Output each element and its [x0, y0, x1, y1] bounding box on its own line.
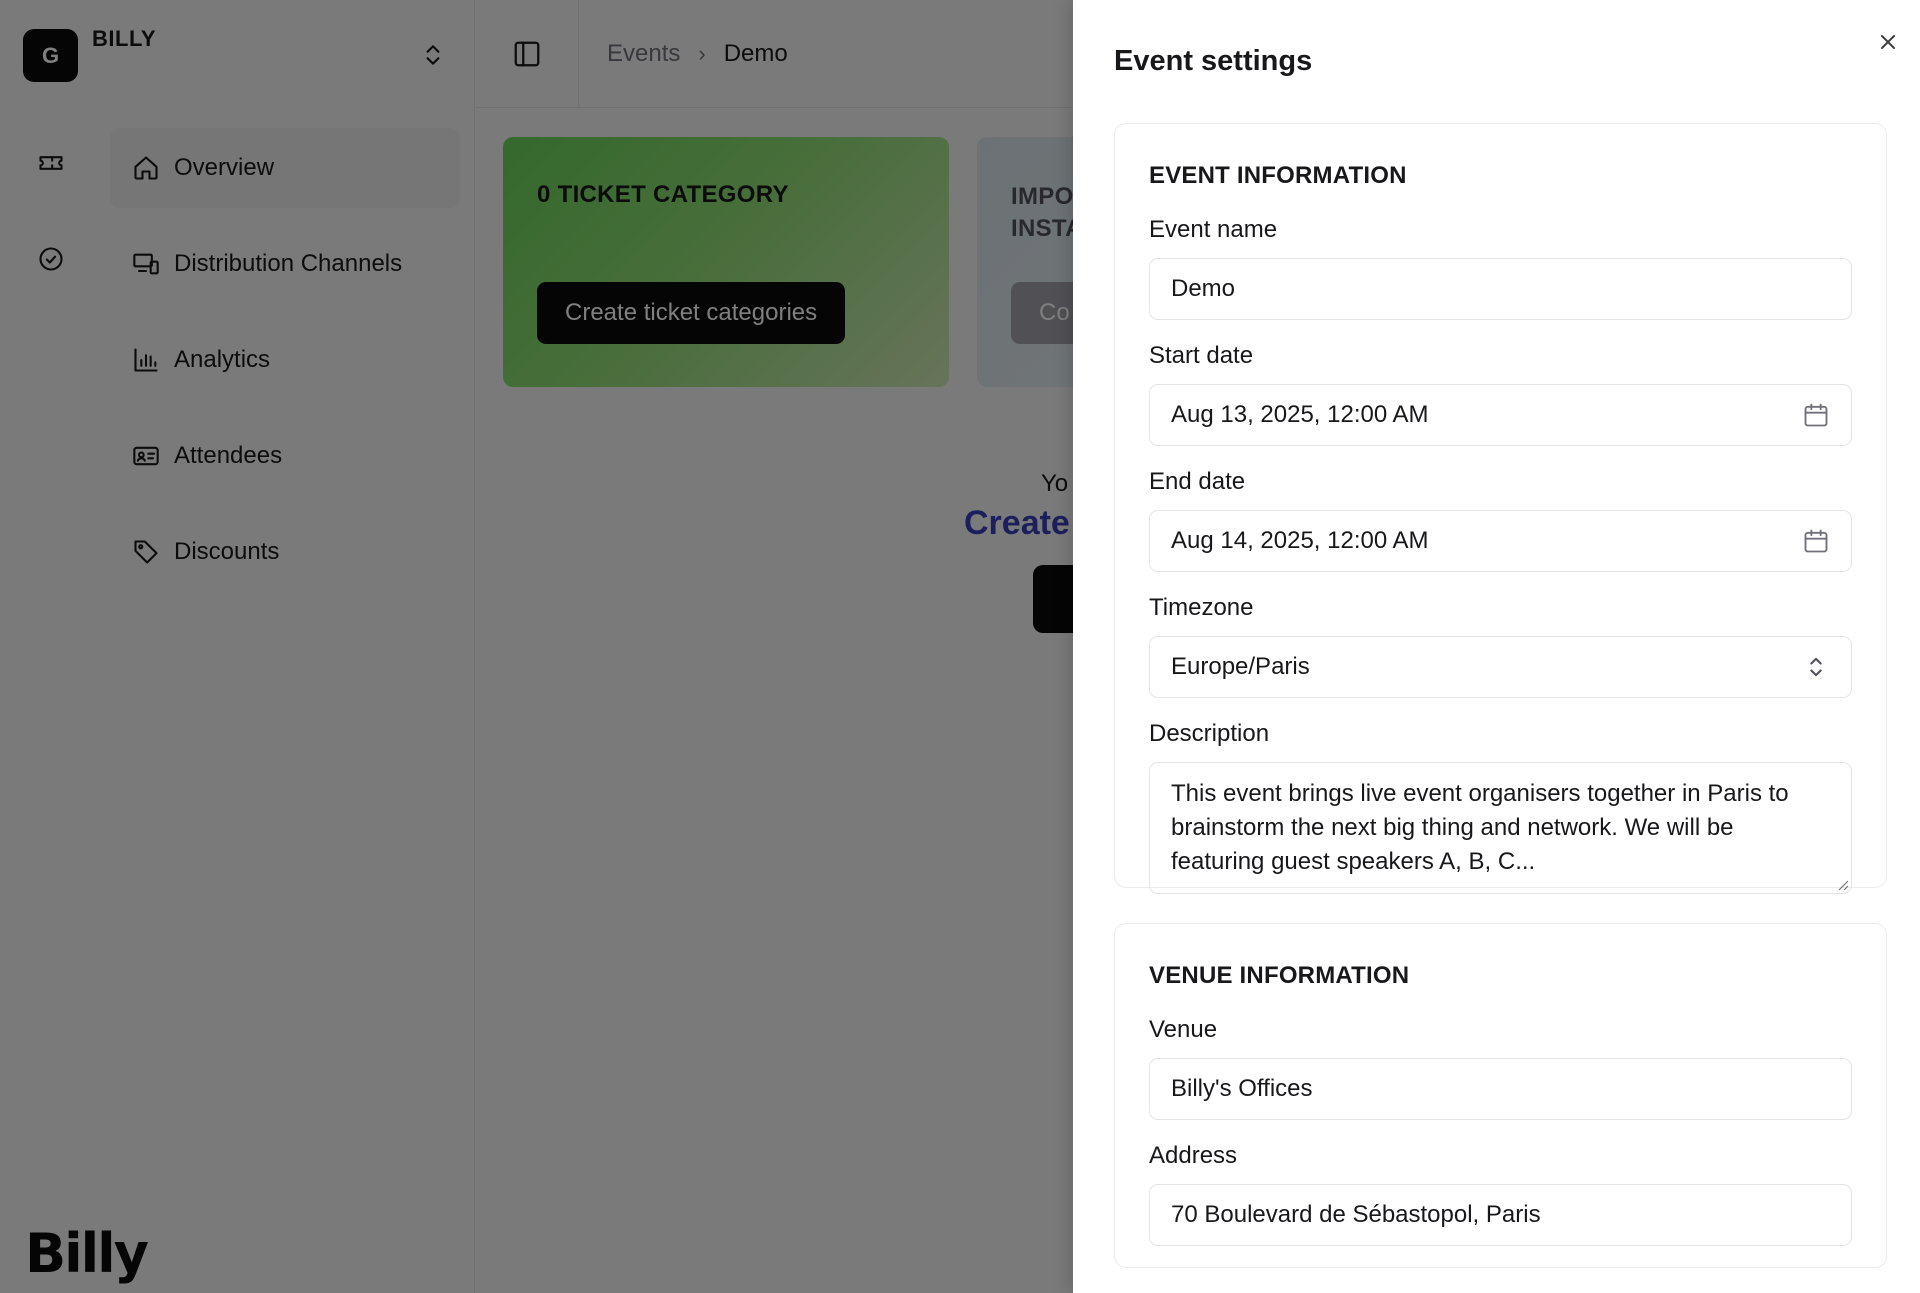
venue-input[interactable]: Billy's Offices: [1149, 1058, 1852, 1120]
close-icon: [1881, 35, 1895, 49]
calendar-icon[interactable]: [1802, 401, 1830, 429]
event-settings-panel: Event settings EVENT INFORMATION Event n…: [1073, 0, 1920, 1293]
address-label: Address: [1149, 1142, 1238, 1169]
start-date-label: Start date: [1149, 342, 1254, 369]
close-button[interactable]: [1872, 26, 1904, 58]
address-value: 70 Boulevard de Sébastopol, Paris: [1171, 1201, 1541, 1228]
venue-information-section: VENUE INFORMATION Venue Billy's Offices …: [1114, 923, 1887, 1268]
timezone-select[interactable]: Europe/Paris: [1149, 636, 1852, 698]
event-name-input[interactable]: Demo: [1149, 258, 1852, 320]
venue-label: Venue: [1149, 1016, 1218, 1043]
event-information-section: EVENT INFORMATION Event name Demo Start …: [1114, 123, 1887, 894]
chevrons-up-down-icon: [1810, 657, 1822, 677]
description-label: Description: [1149, 720, 1270, 747]
calendar-icon[interactable]: [1802, 527, 1830, 555]
start-date-input[interactable]: Aug 13, 2025, 12:00 AM: [1149, 384, 1852, 446]
timezone-label: Timezone: [1149, 594, 1254, 621]
end-date-label: End date: [1149, 468, 1246, 495]
resize-handle-icon[interactable]: [1835, 877, 1849, 891]
event-name-label: Event name: [1149, 216, 1278, 243]
start-date-value: Aug 13, 2025, 12:00 AM: [1171, 401, 1429, 428]
end-date-value: Aug 14, 2025, 12:00 AM: [1171, 527, 1429, 554]
description-value: This event brings live event organisers …: [1171, 780, 1789, 875]
panel-title: Event settings: [1114, 45, 1313, 77]
timezone-value: Europe/Paris: [1171, 653, 1310, 680]
event-name-value: Demo: [1171, 275, 1236, 302]
venue-value: Billy's Offices: [1171, 1075, 1313, 1102]
address-input[interactable]: 70 Boulevard de Sébastopol, Paris: [1149, 1184, 1852, 1246]
event-information-heading: EVENT INFORMATION: [1149, 162, 1407, 189]
venue-information-heading: VENUE INFORMATION: [1149, 962, 1410, 989]
description-textarea[interactable]: This event brings live event organisers …: [1149, 762, 1852, 894]
end-date-input[interactable]: Aug 14, 2025, 12:00 AM: [1149, 510, 1852, 572]
